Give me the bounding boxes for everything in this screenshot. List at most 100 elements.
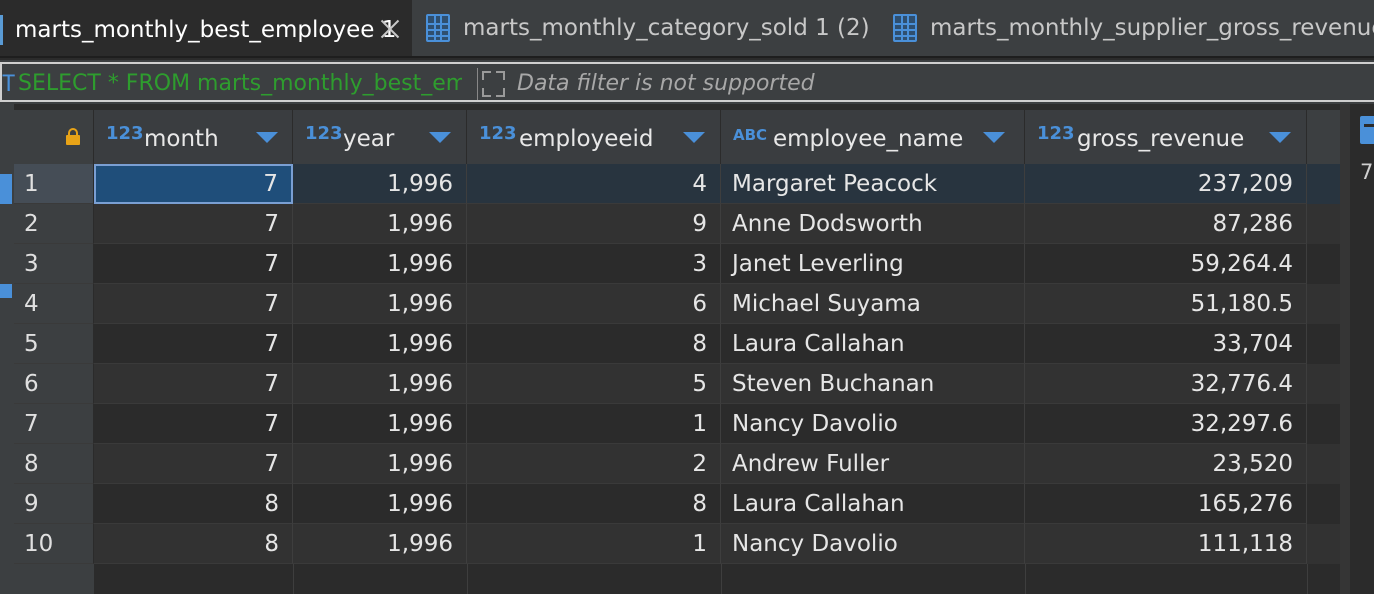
cell-employeeid[interactable]: 8 — [467, 324, 721, 364]
row-number[interactable]: 5 — [14, 324, 94, 364]
row-number[interactable]: 3 — [14, 244, 94, 284]
cell-employeeid[interactable]: 9 — [467, 204, 721, 244]
cell-month[interactable]: 8 — [94, 484, 293, 524]
cell-employee-name[interactable]: Janet Leverling — [721, 244, 1025, 284]
table-row[interactable]: 5 7 1,996 8 Laura Callahan 33,704 — [14, 324, 1340, 364]
cell-employee-name[interactable]: Laura Callahan — [721, 324, 1025, 364]
cell-month[interactable]: 7 — [94, 404, 293, 444]
table-row[interactable]: 3 7 1,996 3 Janet Leverling 59,264.4 — [14, 244, 1340, 284]
table-row[interactable]: 1 7 1,996 4 Margaret Peacock 237,209 — [14, 164, 1340, 204]
cell-gross-revenue[interactable]: 165,276 — [1025, 484, 1307, 524]
cell-month[interactable]: 7 — [94, 284, 293, 324]
cell-employee-name[interactable]: Nancy Davolio — [721, 524, 1025, 564]
panel-marker-icon[interactable] — [0, 284, 12, 298]
cell-gross-revenue[interactable]: 33,704 — [1025, 324, 1307, 364]
expand-icon[interactable] — [477, 68, 509, 100]
cell-year[interactable]: 1,996 — [293, 324, 467, 364]
table-row[interactable]: 2 7 1,996 9 Anne Dodsworth 87,286 — [14, 204, 1340, 244]
cell-employeeid[interactable]: 1 — [467, 524, 721, 564]
row-number[interactable]: 7 — [14, 404, 94, 444]
cell-gross-revenue[interactable]: 237,209 — [1025, 164, 1307, 204]
row-number[interactable]: 2 — [14, 204, 94, 244]
tab-marts-monthly-supplier-gross-revenue[interactable]: marts_monthly_supplier_gross_revenue 1 — [893, 0, 1374, 56]
table-row[interactable]: 6 7 1,996 5 Steven Buchanan 32,776.4 — [14, 364, 1340, 404]
sort-icon[interactable] — [429, 132, 451, 143]
row-number[interactable]: 6 — [14, 364, 94, 404]
cell-employeeid[interactable]: 1 — [467, 404, 721, 444]
lock-icon — [66, 128, 80, 145]
row-number[interactable]: 4 — [14, 284, 94, 324]
numeric-type-icon: 123 — [305, 123, 343, 144]
cell-year[interactable]: 1,996 — [293, 524, 467, 564]
column-name: month — [144, 126, 219, 152]
numeric-type-icon: 123 — [1037, 123, 1075, 144]
cell-employeeid[interactable]: 2 — [467, 444, 721, 484]
cell-employeeid[interactable]: 4 — [467, 164, 721, 204]
cell-employee-name[interactable]: Steven Buchanan — [721, 364, 1025, 404]
tab-marts-monthly-category-sold[interactable]: marts_monthly_category_sold 1 (2) — [426, 0, 870, 56]
cell-employee-name[interactable]: Laura Callahan — [721, 484, 1025, 524]
filter-input-box[interactable]: T SELECT * FROM marts_monthly_best_emp D… — [0, 62, 1374, 102]
cell-gross-revenue[interactable]: 32,776.4 — [1025, 364, 1307, 404]
cell-month[interactable]: 7 — [94, 164, 293, 204]
cell-employee-name[interactable]: Anne Dodsworth — [721, 204, 1025, 244]
cell-gross-revenue[interactable]: 59,264.4 — [1025, 244, 1307, 284]
sql-query-text[interactable]: SELECT * FROM marts_monthly_best_emp — [18, 71, 462, 96]
table-row[interactable]: 7 7 1,996 1 Nancy Davolio 32,297.6 — [14, 404, 1340, 444]
column-name: year — [343, 126, 395, 152]
value-side-panel: 7 — [1340, 104, 1374, 594]
panel-value: 7 — [1360, 160, 1374, 184]
left-side-toolbar — [0, 104, 14, 594]
cell-year[interactable]: 1,996 — [293, 204, 467, 244]
cell-employee-name[interactable]: Michael Suyama — [721, 284, 1025, 324]
cell-gross-revenue[interactable]: 87,286 — [1025, 204, 1307, 244]
grid-view-icon[interactable] — [0, 174, 12, 204]
cell-month[interactable]: 7 — [94, 444, 293, 484]
cell-gross-revenue[interactable]: 51,180.5 — [1025, 284, 1307, 324]
cell-month[interactable]: 7 — [94, 244, 293, 284]
cell-employee-name[interactable]: Andrew Fuller — [721, 444, 1025, 484]
cell-month[interactable]: 7 — [94, 324, 293, 364]
panel-toggle-icon[interactable] — [1360, 116, 1374, 144]
column-header-month[interactable]: 123 month — [94, 110, 293, 164]
cell-gross-revenue[interactable]: 111,118 — [1025, 524, 1307, 564]
cell-employeeid[interactable]: 8 — [467, 484, 721, 524]
cell-employeeid[interactable]: 5 — [467, 364, 721, 404]
column-header-gross-revenue[interactable]: 123 gross_revenue — [1025, 110, 1307, 164]
column-header-employee-name[interactable]: ABC employee_name — [721, 110, 1025, 164]
close-icon[interactable] — [378, 17, 402, 41]
column-header-year[interactable]: 123 year — [293, 110, 467, 164]
cell-year[interactable]: 1,996 — [293, 364, 467, 404]
cell-employeeid[interactable]: 6 — [467, 284, 721, 324]
cell-month[interactable]: 7 — [94, 204, 293, 244]
sort-icon[interactable] — [256, 132, 278, 143]
cell-year[interactable]: 1,996 — [293, 484, 467, 524]
row-number[interactable]: 8 — [14, 444, 94, 484]
table-row[interactable]: 10 8 1,996 1 Nancy Davolio 111,118 — [14, 524, 1340, 564]
cell-year[interactable]: 1,996 — [293, 164, 467, 204]
filter-input[interactable]: Data filter is not supported — [517, 71, 815, 96]
cell-gross-revenue[interactable]: 32,297.6 — [1025, 404, 1307, 444]
sort-icon[interactable] — [683, 132, 705, 143]
row-number[interactable]: 9 — [14, 484, 94, 524]
table-row[interactable]: 9 8 1,996 8 Laura Callahan 165,276 — [14, 484, 1340, 524]
cell-employee-name[interactable]: Nancy Davolio — [721, 404, 1025, 444]
cell-year[interactable]: 1,996 — [293, 284, 467, 324]
cell-gross-revenue[interactable]: 23,520 — [1025, 444, 1307, 484]
cell-employeeid[interactable]: 3 — [467, 244, 721, 284]
cell-year[interactable]: 1,996 — [293, 244, 467, 284]
cell-employee-name[interactable]: Margaret Peacock — [721, 164, 1025, 204]
cell-year[interactable]: 1,996 — [293, 444, 467, 484]
grid-header: 123 month 123 year 123 employeeid ABC em… — [14, 110, 1340, 164]
tab-marts-monthly-best-employee[interactable]: marts_monthly_best_employee 1 — [0, 0, 412, 56]
cell-year[interactable]: 1,996 — [293, 404, 467, 444]
cell-month[interactable]: 8 — [94, 524, 293, 564]
table-row[interactable]: 8 7 1,996 2 Andrew Fuller 23,520 — [14, 444, 1340, 484]
row-number[interactable]: 10 — [14, 524, 94, 564]
sort-icon[interactable] — [983, 132, 1005, 143]
table-row[interactable]: 4 7 1,996 6 Michael Suyama 51,180.5 — [14, 284, 1340, 324]
column-header-employeeid[interactable]: 123 employeeid — [467, 110, 721, 164]
row-number[interactable]: 1 — [14, 164, 94, 204]
cell-month[interactable]: 7 — [94, 364, 293, 404]
sort-icon[interactable] — [1269, 132, 1291, 143]
